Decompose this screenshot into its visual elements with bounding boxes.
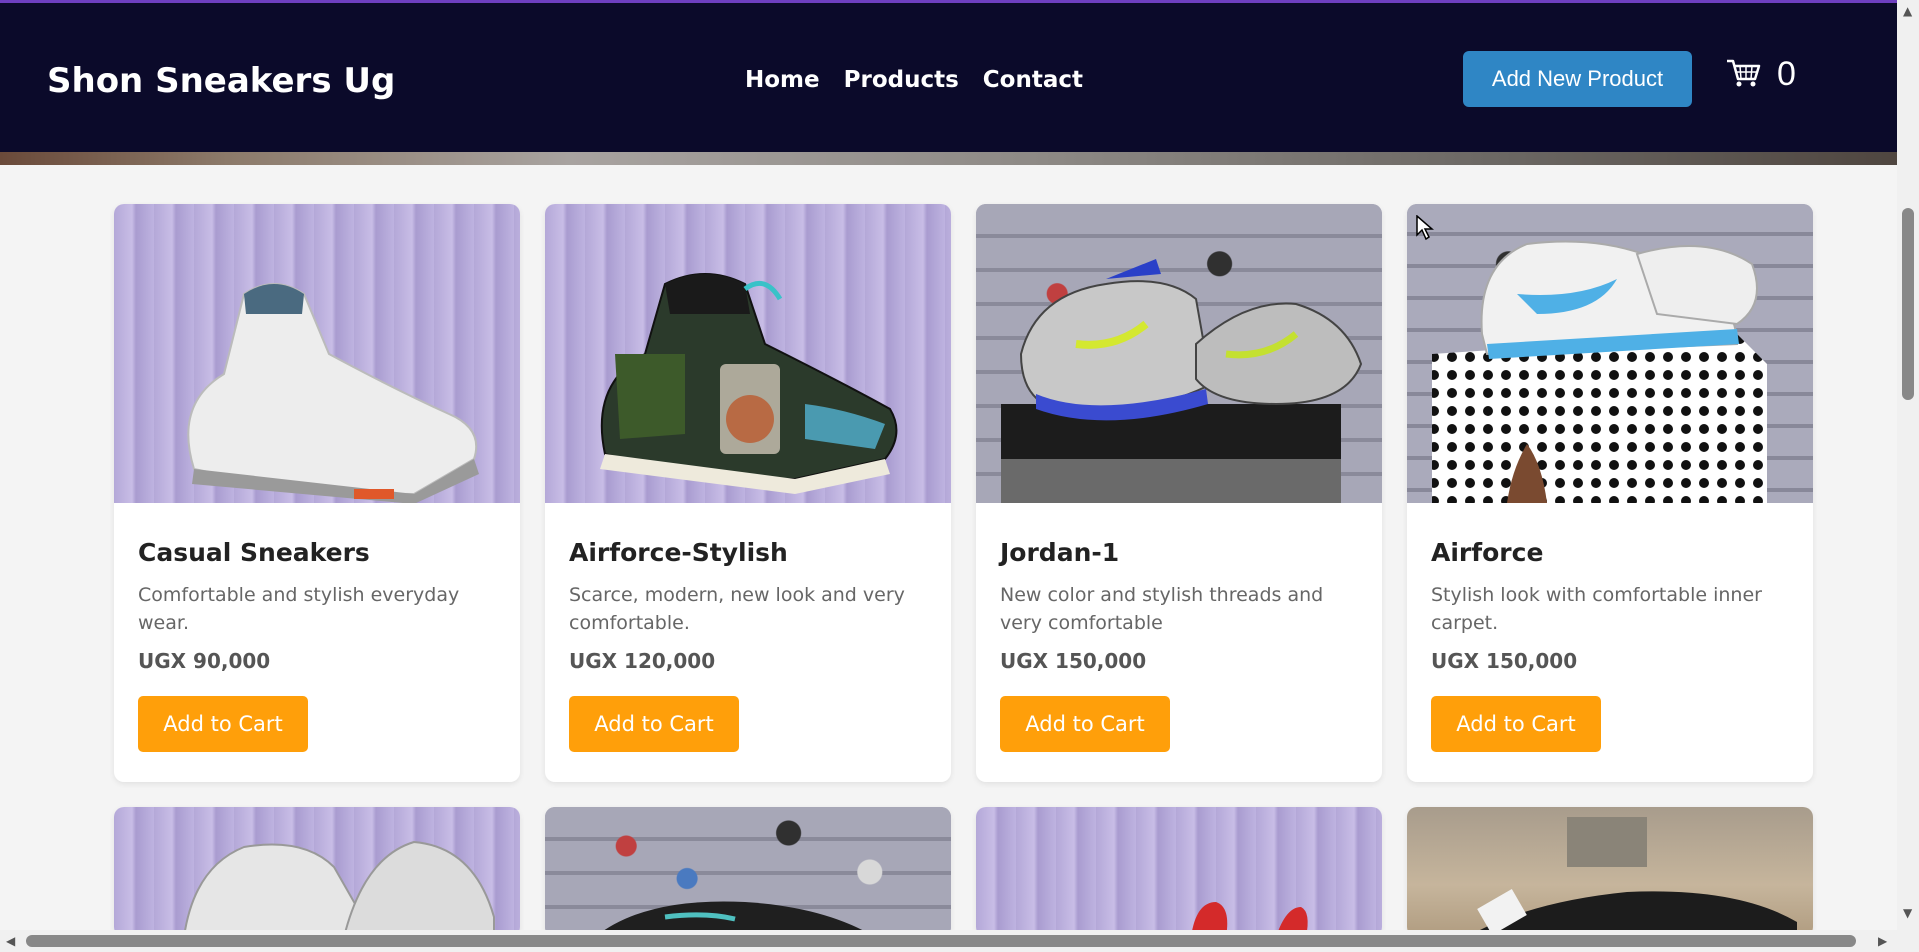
product-price: UGX 120,000 xyxy=(569,649,716,673)
navbar: Shon Sneakers Ug Home Products Contact A… xyxy=(0,3,1897,152)
product-price: UGX 150,000 xyxy=(1000,649,1147,673)
product-image[interactable] xyxy=(1407,807,1813,937)
brand-title[interactable]: Shon Sneakers Ug xyxy=(47,61,395,101)
product-image[interactable] xyxy=(114,204,520,503)
scroll-right-arrow-icon[interactable]: ▶ xyxy=(1878,934,1887,948)
product-card: Airforce-Stylish Scarce, modern, new loo… xyxy=(545,204,951,782)
horizontal-scrollbar[interactable]: ◀ ▶ xyxy=(0,930,1897,952)
cart-count: 0 xyxy=(1777,55,1796,93)
horizontal-scrollbar-thumb[interactable] xyxy=(26,935,1856,947)
add-to-cart-button[interactable]: Add to Cart xyxy=(569,696,739,752)
product-grid: Casual Sneakers Comfortable and stylish … xyxy=(114,204,1813,937)
add-to-cart-button[interactable]: Add to Cart xyxy=(138,696,308,752)
vertical-scrollbar-thumb[interactable] xyxy=(1902,208,1914,400)
product-title: Jordan-1 xyxy=(1000,538,1120,567)
product-image[interactable] xyxy=(545,204,951,503)
scroll-down-arrow-icon[interactable]: ▼ xyxy=(1903,906,1912,920)
scroll-left-arrow-icon[interactable]: ◀ xyxy=(6,934,15,948)
add-to-cart-button[interactable]: Add to Cart xyxy=(1431,696,1601,752)
product-card: Jordan-1 New color and stylish threads a… xyxy=(976,204,1382,782)
product-card xyxy=(545,807,951,937)
product-title: Casual Sneakers xyxy=(138,538,370,567)
product-description: Stylish look with comfortable inner carp… xyxy=(1431,584,1762,634)
product-image[interactable] xyxy=(976,807,1382,937)
cart-icon[interactable] xyxy=(1725,57,1761,93)
product-title: Airforce xyxy=(1431,538,1544,567)
product-card xyxy=(114,807,520,937)
add-new-product-button[interactable]: Add New Product xyxy=(1463,51,1692,107)
product-card: Casual Sneakers Comfortable and stylish … xyxy=(114,204,520,782)
product-image[interactable] xyxy=(1407,204,1813,503)
product-price: UGX 150,000 xyxy=(1431,649,1578,673)
product-card xyxy=(976,807,1382,937)
product-image[interactable] xyxy=(976,204,1382,503)
product-card: Airforce Stylish look with comfortable i… xyxy=(1407,204,1813,782)
product-image[interactable] xyxy=(545,807,951,937)
product-image[interactable] xyxy=(114,807,520,937)
cart[interactable]: 0 xyxy=(1725,55,1796,94)
nav-link-products[interactable]: Products xyxy=(844,67,959,93)
vertical-scrollbar[interactable]: ▲ ▼ xyxy=(1897,0,1919,952)
hero-image-strip xyxy=(0,152,1897,165)
product-description: New color and stylish threads and very c… xyxy=(1000,584,1324,634)
nav-link-contact[interactable]: Contact xyxy=(983,67,1083,93)
product-price: UGX 90,000 xyxy=(138,649,271,673)
add-to-cart-button[interactable]: Add to Cart xyxy=(1000,696,1170,752)
mouse-cursor-icon xyxy=(1416,214,1435,245)
scroll-up-arrow-icon[interactable]: ▲ xyxy=(1903,4,1912,18)
nav-links: Home Products Contact xyxy=(745,67,1083,93)
product-description: Scarce, modern, new look and very comfor… xyxy=(569,584,905,634)
product-title: Airforce-Stylish xyxy=(569,538,788,567)
product-description: Comfortable and stylish everyday wear. xyxy=(138,584,460,634)
product-card xyxy=(1407,807,1813,937)
nav-link-home[interactable]: Home xyxy=(745,67,820,93)
